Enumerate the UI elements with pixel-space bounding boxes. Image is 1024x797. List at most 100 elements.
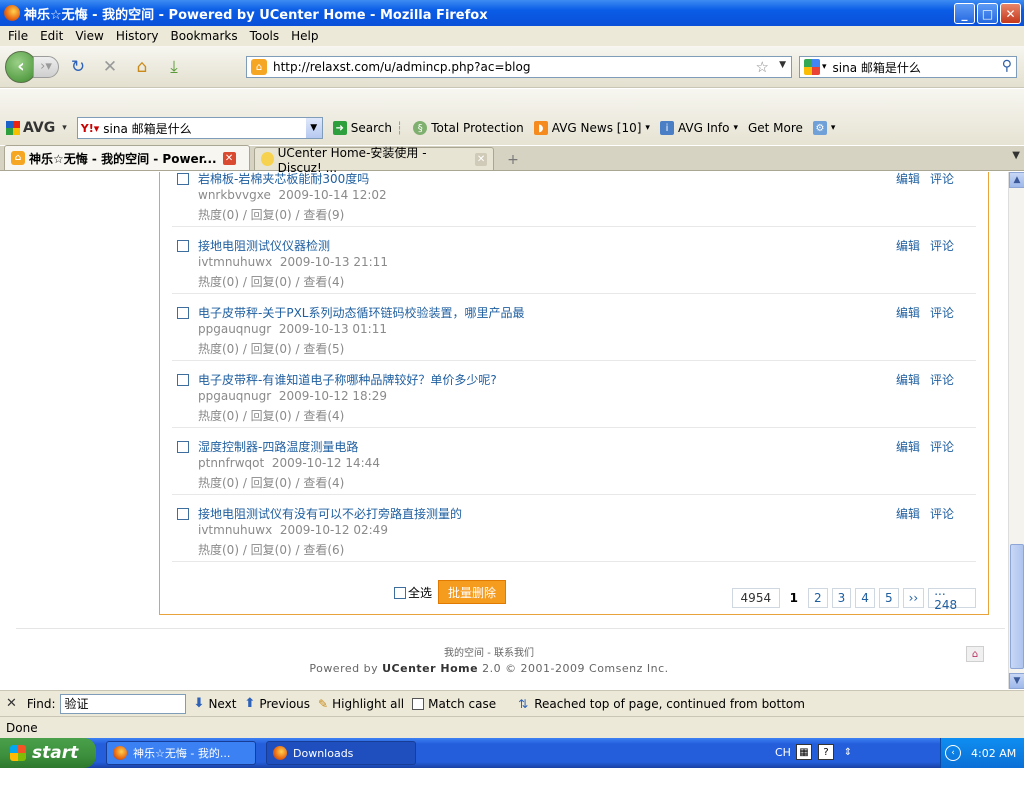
pagination-next[interactable]: ›› xyxy=(902,588,925,608)
scroll-up-icon[interactable]: ▲ xyxy=(1009,172,1024,188)
tab-ucenter-install[interactable]: UCenter Home-安装使用 - Discuz! ... ✕ xyxy=(254,146,494,175)
edit-link[interactable]: 编辑 xyxy=(896,438,920,455)
ime-icon[interactable]: ⇕ xyxy=(840,744,856,760)
avg-logo[interactable]: AVG ▾ xyxy=(6,120,67,136)
scroll-thumb[interactable] xyxy=(1010,544,1024,669)
menu-help[interactable]: Help xyxy=(285,29,324,43)
reload-icon[interactable]: ↻ xyxy=(65,54,91,80)
find-next-button[interactable]: ⬇ Next xyxy=(194,696,237,711)
taskbar-item-firefox[interactable]: 神乐☆无悔 - 我的... xyxy=(106,741,256,765)
batch-delete-button[interactable]: 批量删除 xyxy=(438,580,506,604)
comment-link[interactable]: 评论 xyxy=(930,438,954,455)
comment-link[interactable]: 评论 xyxy=(930,371,954,388)
avg-options-button[interactable]: ⚙ ▾ xyxy=(812,121,835,135)
keyboard-icon[interactable]: ▦ xyxy=(796,744,812,760)
url-bar[interactable]: ⌂ http://relaxst.com/u/admincp.php?ac=bl… xyxy=(246,56,792,78)
download-icon[interactable]: ⤓ xyxy=(161,54,187,80)
edit-link[interactable]: 编辑 xyxy=(896,371,920,388)
comment-link[interactable]: 评论 xyxy=(930,172,954,187)
select-checkbox[interactable] xyxy=(177,441,189,453)
blog-title-link[interactable]: 电子皮带秤-有谁知道电子称哪种品牌较好？单价多少呢? xyxy=(198,371,497,388)
edit-link[interactable]: 编辑 xyxy=(896,304,920,321)
back-to-top-icon[interactable]: ⌂ xyxy=(966,646,984,662)
home-icon[interactable]: ⌂ xyxy=(129,54,155,80)
bookmark-star-icon[interactable]: ☆ xyxy=(756,58,769,76)
blog-title-link[interactable]: 电子皮带秤-关于PXL系列动态循环链码校验装置，哪里产品最 xyxy=(198,304,524,321)
select-checkbox[interactable] xyxy=(177,508,189,520)
stop-icon[interactable]: ✕ xyxy=(97,54,123,80)
edit-link[interactable]: 编辑 xyxy=(896,237,920,254)
search-engine-dropdown-icon[interactable]: ▾ xyxy=(822,62,827,72)
url-dropdown-icon[interactable]: ▼ xyxy=(779,60,786,70)
find-close-icon[interactable]: ✕ xyxy=(6,696,17,711)
start-button[interactable]: start xyxy=(0,738,96,768)
avg-news-button[interactable]: ◗ AVG News [10] ▾ xyxy=(533,121,650,135)
select-checkbox[interactable] xyxy=(177,374,189,386)
avg-info-button[interactable]: i AVG Info ▾ xyxy=(659,121,738,135)
search-icon[interactable]: ⚲ xyxy=(1002,58,1012,74)
language-indicator[interactable]: CH xyxy=(775,746,791,759)
avg-total-protection-button[interactable]: § Total Protection xyxy=(413,121,524,135)
pagination-page[interactable]: 5 xyxy=(878,588,899,608)
yahoo-dropdown-icon[interactable]: ▼ xyxy=(305,118,322,138)
new-tab-button[interactable]: + xyxy=(500,150,526,170)
select-checkbox[interactable] xyxy=(177,307,189,319)
blog-author[interactable]: ppgauqnugr xyxy=(198,322,271,336)
edit-link[interactable]: 编辑 xyxy=(896,172,920,187)
select-checkbox[interactable] xyxy=(177,173,189,185)
avg-get-more-button[interactable]: Get More xyxy=(748,121,803,135)
clock[interactable]: 4:02 AM xyxy=(971,747,1016,760)
google-icon[interactable] xyxy=(804,59,820,75)
blog-title-link[interactable]: 湿度控制器-四路温度测量电路 xyxy=(198,438,358,455)
avg-search-button[interactable]: ➜ Search xyxy=(332,121,392,135)
vertical-scrollbar[interactable]: ▲ ▼ xyxy=(1008,172,1024,689)
blog-title-link[interactable]: 接地电阻测试仪有没有可以不必打旁路直接测量的 xyxy=(198,505,462,522)
menu-view[interactable]: View xyxy=(69,29,109,43)
menu-tools[interactable]: Tools xyxy=(244,29,286,43)
menu-bookmarks[interactable]: Bookmarks xyxy=(165,29,244,43)
avg-dropdown-icon[interactable]: ▾ xyxy=(62,123,67,133)
footer-links[interactable]: 我的空间 - 联系我们 xyxy=(0,644,978,659)
select-all-checkbox[interactable] xyxy=(394,586,406,599)
comment-link[interactable]: 评论 xyxy=(930,505,954,522)
highlight-all-button[interactable]: ✎ Highlight all xyxy=(318,697,404,711)
tab-close-icon[interactable]: ✕ xyxy=(222,151,236,165)
forward-button[interactable]: ›▾ xyxy=(33,55,59,78)
comment-link[interactable]: 评论 xyxy=(930,304,954,321)
blog-title-link[interactable]: 岩棉板-岩棉夹芯板能耐300度吗 xyxy=(198,172,369,187)
find-input[interactable]: 验证 xyxy=(59,693,186,714)
taskbar-item-downloads[interactable]: Downloads xyxy=(266,741,416,765)
match-case-box[interactable] xyxy=(412,697,425,710)
search-box[interactable]: ▾ sina 邮箱是什么 ⚲ xyxy=(799,56,1017,78)
comment-link[interactable]: 评论 xyxy=(930,237,954,254)
close-button[interactable]: ✕ xyxy=(1000,3,1021,24)
blog-author[interactable]: ppgauqnugr xyxy=(198,389,271,403)
menu-edit[interactable]: Edit xyxy=(34,29,69,43)
edit-link[interactable]: 编辑 xyxy=(896,505,920,522)
find-previous-button[interactable]: ⬆ Previous xyxy=(244,696,310,711)
pagination-page[interactable]: 2 xyxy=(808,588,828,608)
tab-my-space[interactable]: ⌂ 神乐☆无悔 - 我的空间 - Power... ✕ xyxy=(4,145,250,170)
blog-author[interactable]: ptnnfrwqot xyxy=(198,456,264,470)
scroll-down-icon[interactable]: ▼ xyxy=(1009,673,1024,689)
maximize-button[interactable]: □ xyxy=(977,3,998,24)
select-all[interactable]: 全选 xyxy=(394,584,432,601)
yahoo-search-input[interactable]: Y!▾ sina 邮箱是什么 ▼ xyxy=(76,117,323,139)
select-checkbox[interactable] xyxy=(177,240,189,252)
menu-file[interactable]: File xyxy=(2,29,34,43)
match-case-checkbox[interactable]: Match case xyxy=(412,697,496,711)
powered-brand-link[interactable]: UCenter Home xyxy=(382,662,478,675)
menu-history[interactable]: History xyxy=(110,29,165,43)
minimize-button[interactable]: _ xyxy=(954,3,975,24)
tab-close-icon[interactable]: ✕ xyxy=(475,152,487,166)
blog-author[interactable]: wnrkbvvgxe xyxy=(198,188,271,202)
pagination-page[interactable]: 4 xyxy=(855,588,875,608)
help-icon[interactable]: ? xyxy=(818,744,834,760)
blog-author[interactable]: ivtmnuhuwx xyxy=(198,255,272,269)
show-hidden-icons-icon[interactable]: ‹ xyxy=(945,745,961,761)
blog-title-link[interactable]: 接地电阻测试仪仪器检测 xyxy=(198,237,330,254)
pagination-page[interactable]: 3 xyxy=(831,588,852,608)
blog-author[interactable]: ivtmnuhuwx xyxy=(198,523,272,537)
tab-list-dropdown-icon[interactable]: ▼ xyxy=(1012,150,1020,161)
pagination-last[interactable]: ... 248 xyxy=(928,584,976,612)
